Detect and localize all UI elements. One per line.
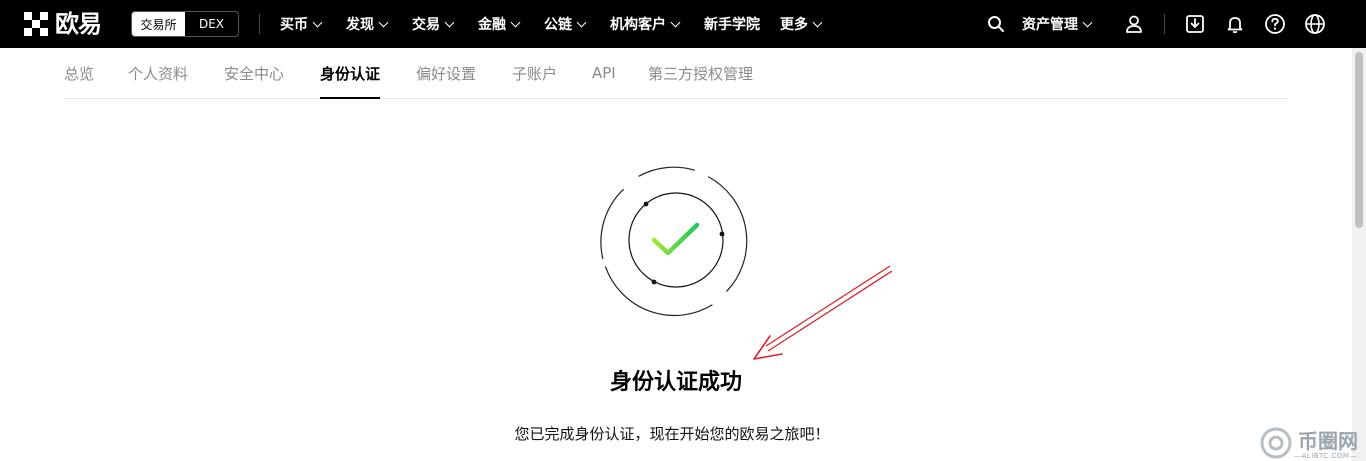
asset-management-menu[interactable]: 资产管理 bbox=[1022, 0, 1093, 48]
search-icon[interactable] bbox=[984, 12, 1008, 36]
chevron-down-icon bbox=[378, 17, 389, 27]
chevron-down-icon bbox=[576, 17, 587, 27]
watermark-subtext: —ALIBTC.COM— bbox=[1294, 452, 1357, 460]
dex-mode-button[interactable]: DEX bbox=[185, 12, 238, 36]
nav-finance[interactable]: 金融 bbox=[478, 0, 521, 48]
nav-discover[interactable]: 发现 bbox=[346, 0, 389, 48]
orbit-dot bbox=[643, 201, 649, 207]
outer-ring-arc bbox=[600, 188, 625, 260]
tab-profile[interactable]: 个人资料 bbox=[128, 48, 188, 98]
help-icon[interactable] bbox=[1263, 12, 1287, 36]
globe-icon[interactable] bbox=[1303, 12, 1327, 36]
outer-ring-arc bbox=[604, 266, 713, 317]
tab-identity-verification[interactable]: 身份认证 bbox=[320, 48, 381, 99]
brand-name: 欧易 bbox=[55, 10, 102, 38]
tab-third-party-authorization[interactable]: 第三方授权管理 bbox=[648, 48, 753, 98]
verification-success-title: 身份认证成功 bbox=[609, 370, 742, 395]
nav-learn[interactable]: 新手学院 bbox=[704, 0, 760, 48]
annotation-arrow-icon bbox=[753, 265, 893, 360]
chevron-down-icon bbox=[312, 17, 323, 27]
exchange-mode-button[interactable]: 交易所 bbox=[132, 12, 185, 36]
account-tabs: 总览 个人资料 安全中心 身份认证 偏好设置 子账户 API 第三方授权管理 bbox=[64, 48, 1288, 99]
okx-logo[interactable]: 欧易 bbox=[24, 10, 102, 38]
download-icon[interactable] bbox=[1183, 12, 1207, 36]
orbit-dot bbox=[719, 231, 725, 237]
chevron-down-icon bbox=[444, 17, 455, 27]
nav-more[interactable]: 更多 bbox=[780, 0, 823, 48]
checkmark-icon bbox=[651, 222, 700, 256]
nav-trade[interactable]: 交易 bbox=[412, 0, 455, 48]
divider bbox=[1164, 14, 1165, 34]
user-icon[interactable] bbox=[1122, 12, 1146, 36]
orbit-dot bbox=[651, 279, 657, 285]
scrollbar-thumb[interactable] bbox=[1355, 52, 1363, 228]
tab-security[interactable]: 安全中心 bbox=[224, 48, 284, 98]
tab-api[interactable]: API bbox=[592, 48, 616, 98]
chevron-down-icon bbox=[812, 17, 823, 27]
watermark-text: 币圈网 bbox=[1298, 429, 1358, 453]
watermark-logo-icon bbox=[1260, 427, 1292, 459]
success-illustration bbox=[600, 166, 748, 317]
chevron-down-icon bbox=[670, 17, 681, 27]
inner-ring bbox=[628, 192, 724, 288]
okx-logo-icon bbox=[24, 12, 49, 36]
divider bbox=[259, 14, 260, 34]
tab-sub-accounts[interactable]: 子账户 bbox=[512, 48, 557, 98]
exchange-dex-switch: 交易所 DEX bbox=[131, 11, 239, 37]
nav-blockchain[interactable]: 公链 bbox=[544, 0, 587, 48]
nav-institutional[interactable]: 机构客户 bbox=[610, 0, 681, 48]
chevron-down-icon bbox=[510, 17, 521, 27]
top-navigation-bar: 欧易 交易所 DEX 买币 发现 交易 金融 公链 机构客户 新手学院 更多 资… bbox=[0, 0, 1366, 48]
bell-icon[interactable] bbox=[1223, 12, 1247, 36]
watermark: 币圈网 —ALIBTC.COM— bbox=[1258, 425, 1366, 461]
tab-overview[interactable]: 总览 bbox=[64, 48, 94, 98]
verification-success-message: 您已完成身份认证，现在开始您的欧易之旅吧！ bbox=[514, 425, 830, 443]
nav-buy-crypto[interactable]: 买币 bbox=[280, 0, 323, 48]
chevron-down-icon bbox=[1082, 17, 1093, 27]
outer-ring-arc bbox=[638, 166, 696, 177]
tab-preferences[interactable]: 偏好设置 bbox=[416, 48, 476, 98]
